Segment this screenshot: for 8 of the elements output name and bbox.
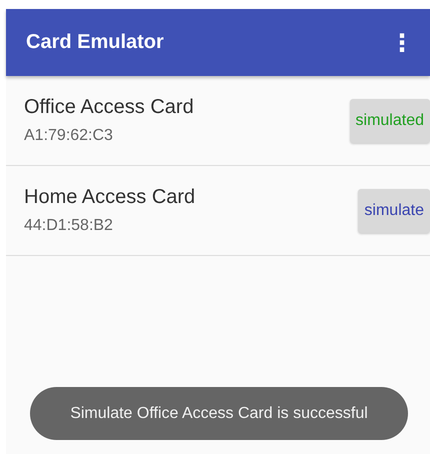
- simulate-button[interactable]: simulate: [358, 188, 430, 232]
- app-title: Card Emulator: [26, 31, 165, 54]
- toast-message: Simulate Office Access Card is successful: [30, 387, 408, 440]
- menu-icon[interactable]: ⋮: [388, 28, 416, 56]
- card-name: Office Access Card: [24, 96, 195, 119]
- card-uid: A1:79:62:C3: [24, 127, 114, 145]
- card-name: Home Access Card: [24, 186, 196, 209]
- card-uid: 44:D1:58:B2: [24, 217, 114, 235]
